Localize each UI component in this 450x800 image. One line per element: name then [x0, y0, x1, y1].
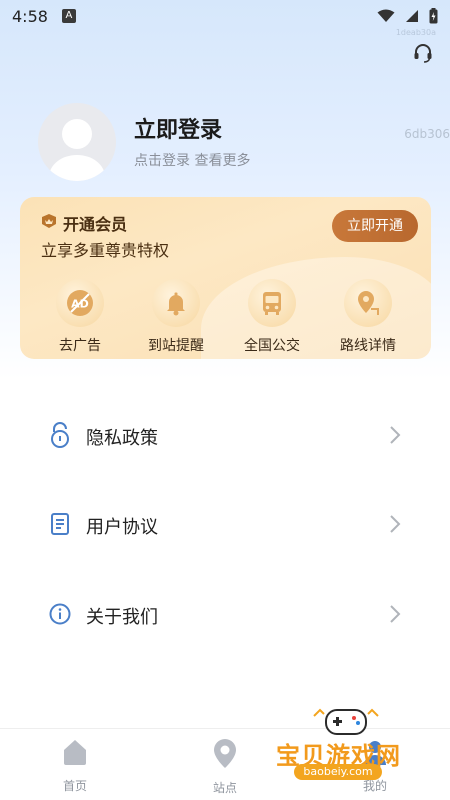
customer-service-button[interactable]: [412, 42, 434, 64]
side-id-text: 6db306: [404, 127, 450, 141]
vip-subtitle: 立享多重尊贵特权: [41, 241, 170, 260]
perk-arrival-alert[interactable]: 到站提醒: [136, 279, 216, 355]
default-avatar-icon: [49, 119, 105, 181]
perk-label: 全国公交: [244, 338, 300, 354]
route-pin-icon: [358, 291, 379, 315]
gamepad-logo-icon: [313, 708, 379, 735]
perk-no-ads[interactable]: AD 去广告: [40, 279, 120, 355]
notification-icon: A: [61, 9, 76, 23]
nav-station[interactable]: 站点: [185, 737, 265, 796]
vip-title: 开通会员: [63, 215, 128, 234]
perk-label: 路线详情: [340, 338, 396, 354]
vip-crown-icon: [42, 214, 56, 228]
chevron-right-icon: [390, 605, 401, 623]
info-icon: [49, 603, 71, 625]
menu-label: 关于我们: [86, 607, 158, 628]
menu-item-about-us[interactable]: 关于我们: [0, 584, 450, 644]
status-time: 4:58: [12, 6, 48, 26]
perk-route-details[interactable]: 路线详情: [328, 279, 408, 355]
bus-icon: [263, 292, 281, 315]
login-title[interactable]: 立即登录: [134, 112, 222, 144]
watermark-url: baobeiy.com: [294, 764, 382, 780]
headset-icon: [414, 44, 432, 63]
no-ads-icon: AD: [67, 290, 93, 316]
nav-label: 站点: [212, 781, 237, 795]
menu-item-user-agreement[interactable]: 用户协议: [0, 494, 450, 554]
nav-label: 首页: [62, 779, 87, 793]
bell-icon: [167, 292, 185, 316]
battery-icon: [429, 8, 438, 24]
home-icon: [64, 740, 86, 765]
menu-item-privacy[interactable]: 隐私政策: [0, 405, 450, 465]
perk-national-bus[interactable]: 全国公交: [232, 279, 312, 355]
wifi-icon: [377, 9, 395, 22]
login-subtitle[interactable]: 点击登录 查看更多: [134, 150, 250, 170]
device-id-label: 1deab30a: [395, 28, 436, 37]
status-icons: [377, 8, 438, 24]
perk-label: 去广告: [59, 338, 101, 354]
status-bar: 4:58 A: [0, 0, 450, 32]
nav-home[interactable]: 首页: [35, 737, 115, 794]
perk-label: 到站提醒: [148, 338, 204, 354]
location-pin-icon: [214, 739, 236, 768]
menu-label: 用户协议: [86, 517, 158, 538]
chevron-right-icon: [390, 515, 401, 533]
signal-icon: [406, 10, 418, 22]
avatar[interactable]: [38, 103, 116, 181]
menu-label: 隐私政策: [86, 428, 158, 449]
lock-icon: [51, 422, 69, 448]
document-icon: [51, 513, 69, 535]
chevron-right-icon: [390, 426, 401, 444]
open-vip-button[interactable]: 立即开通: [332, 210, 418, 242]
vip-card[interactable]: 开通会员 立享多重尊贵特权 立即开通 AD 去广告 到站提醒: [20, 197, 431, 359]
site-watermark: 宝贝游戏网 baobeiy.com: [268, 700, 428, 790]
